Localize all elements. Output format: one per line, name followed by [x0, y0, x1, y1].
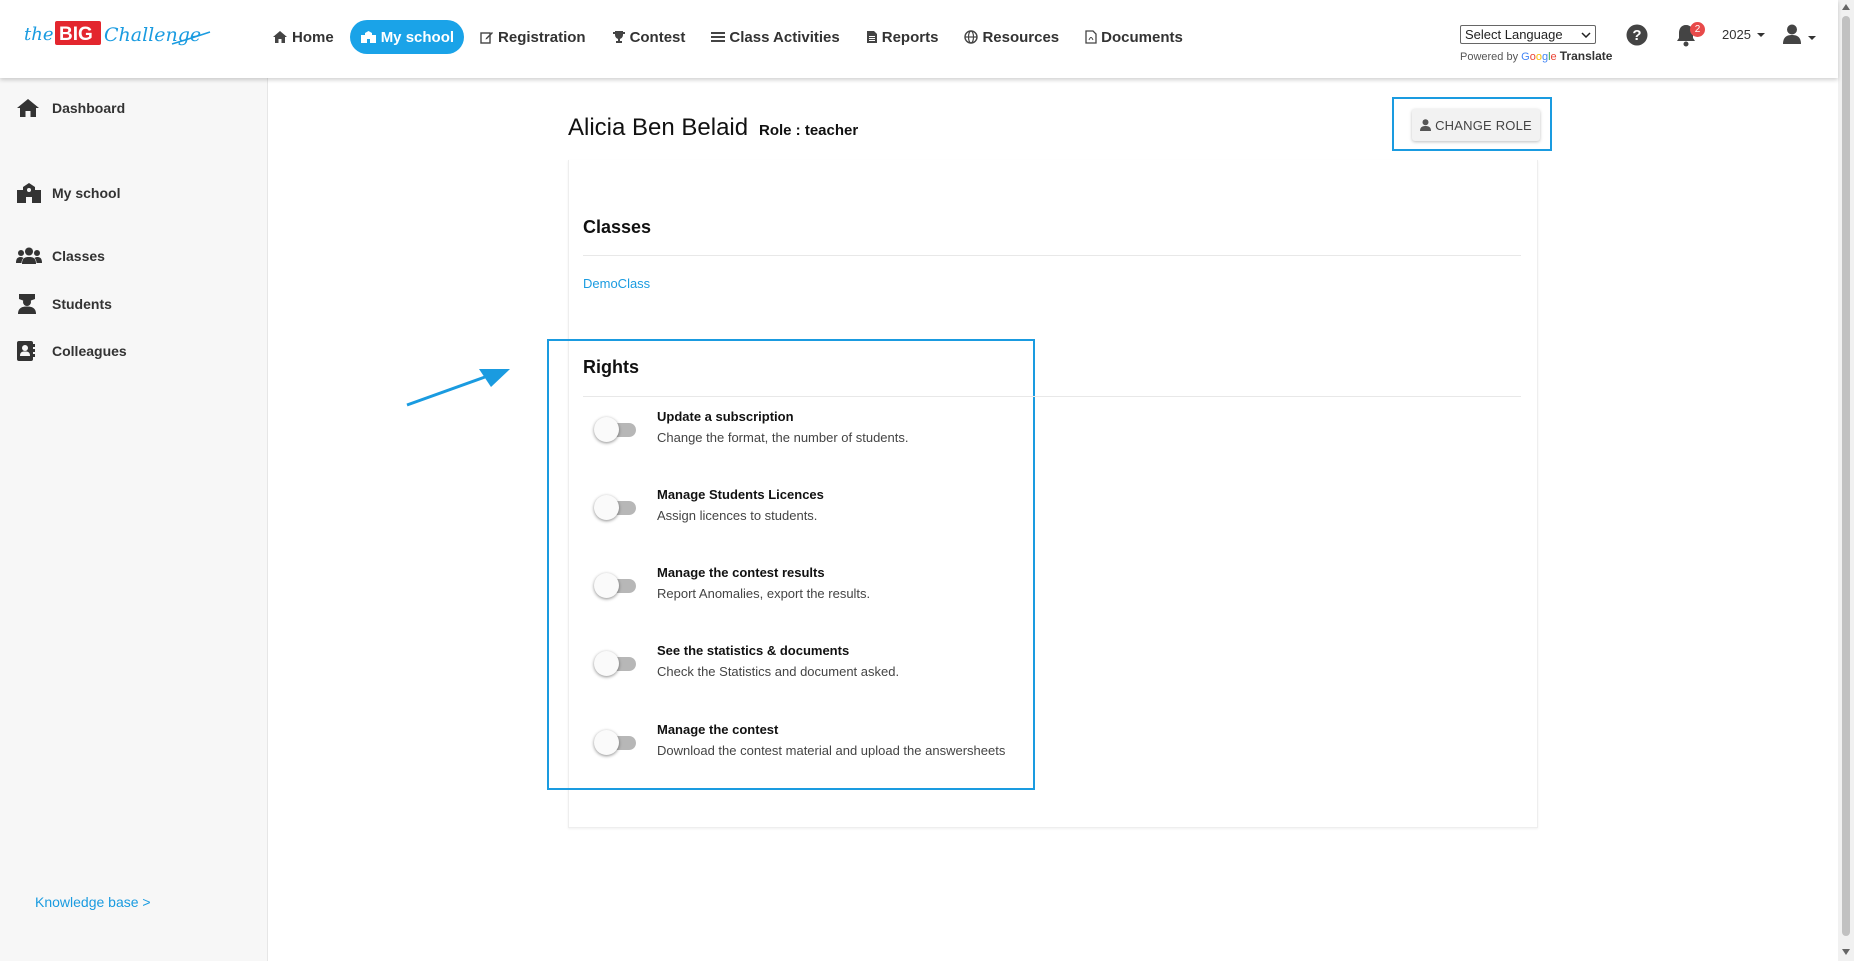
knowledge-base-link[interactable]: Knowledge base >: [35, 894, 151, 910]
right-manage-contest: Manage the contest Download the contest …: [592, 722, 1032, 766]
scroll-down-arrow[interactable]: [1842, 949, 1850, 955]
right-title: Update a subscription: [657, 409, 794, 424]
toggle-manage-licences[interactable]: [592, 494, 640, 522]
logo-text-the: the: [24, 24, 53, 45]
pointer-arrow-icon: [406, 369, 510, 407]
contact-book-icon: [17, 341, 35, 361]
school-icon: [17, 183, 41, 203]
file-icon: [866, 31, 877, 43]
nav-reports[interactable]: Reports: [856, 20, 949, 54]
nav-registration-label: Registration: [498, 28, 586, 46]
user-menu[interactable]: [1783, 24, 1817, 44]
page-title: Alicia Ben Belaid: [568, 114, 749, 141]
right-title: Manage the contest results: [657, 565, 825, 580]
nav-resources-label: Resources: [982, 28, 1060, 46]
caret-down-icon: [1808, 36, 1816, 40]
translate-text: Translate: [1559, 49, 1613, 63]
sidebar-item-label: Students: [52, 296, 112, 312]
right-description: Change the format, the number of student…: [657, 430, 909, 445]
nav-contest-label: Contest: [629, 28, 686, 46]
pdf-icon: [1085, 30, 1097, 44]
language-select-value: Select Language: [1465, 27, 1563, 42]
classes-divider: [583, 255, 1521, 256]
school-icon: [360, 31, 376, 43]
nav-class-activities-label: Class Activities: [729, 28, 840, 46]
trophy-icon: [612, 31, 625, 43]
sidebar-item-classes[interactable]: Classes: [16, 247, 105, 265]
year-value: 2025: [1722, 27, 1751, 42]
scrollbar-thumb[interactable]: [1842, 16, 1850, 936]
right-description: Check the Statistics and document asked.: [657, 664, 900, 679]
sidebar-item-label: Classes: [52, 248, 105, 264]
globe-icon: [964, 30, 979, 44]
list-icon: [711, 32, 726, 42]
notification-badge: 2: [1690, 22, 1705, 37]
right-manage-licences: Manage Students Licences Assign licences…: [592, 487, 1032, 531]
nav-contest[interactable]: Contest: [602, 20, 696, 54]
logo-text-challenge: Challenge: [104, 24, 201, 46]
sidebar: Dashboard My school Classes Students Col…: [0, 78, 268, 961]
main-nav: Home My school Registration Contest Clas…: [262, 20, 1199, 54]
user-icon: [1783, 24, 1801, 44]
nav-reports-label: Reports: [881, 28, 939, 46]
toggle-manage-results[interactable]: [592, 572, 640, 600]
powered-by-google[interactable]: Powered by Google Translate: [1460, 49, 1612, 63]
google-translate-widget: Select Language Powered by Google Transl…: [1460, 25, 1612, 63]
svg-text:?: ?: [1632, 27, 1641, 44]
nav-class-activities[interactable]: Class Activities: [701, 20, 849, 54]
nav-resources[interactable]: Resources: [954, 20, 1069, 54]
users-icon: [16, 247, 42, 264]
change-role-label: CHANGE ROLE: [1435, 117, 1532, 133]
right-description: Assign licences to students.: [657, 508, 818, 523]
logo-text-big: BIG: [59, 24, 93, 45]
sidebar-item-students[interactable]: Students: [16, 293, 112, 315]
nav-registration[interactable]: Registration: [470, 20, 596, 54]
toggle-update-subscription[interactable]: [592, 416, 640, 444]
right-manage-results: Manage the contest results Report Anomal…: [592, 565, 1032, 609]
change-role-button[interactable]: CHANGE ROLE: [1412, 109, 1540, 141]
user-icon: [1420, 119, 1432, 131]
page-scrollbar[interactable]: [1838, 0, 1854, 961]
nav-my-school[interactable]: My school: [349, 20, 465, 54]
right-title: See the statistics & documents: [657, 643, 850, 658]
right-statistics-documents: See the statistics & documents Check the…: [592, 643, 1032, 687]
right-update-subscription: Update a subscription Change the format,…: [592, 409, 1032, 453]
top-navigation-bar: the BIG Challenge Home My school Registr…: [0, 0, 1838, 78]
user-role: Role : teacher: [759, 122, 859, 139]
sidebar-item-label: Colleagues: [52, 343, 127, 359]
toggle-statistics-documents[interactable]: [592, 650, 640, 678]
class-link-democlass[interactable]: DemoClass: [583, 276, 650, 291]
sidebar-item-label: My school: [52, 185, 121, 201]
nav-home[interactable]: Home: [262, 20, 344, 54]
edit-icon: [480, 32, 494, 44]
home-icon: [273, 31, 287, 43]
nav-my-school-label: My school: [380, 28, 455, 46]
google-logo-text: Google: [1521, 51, 1557, 63]
sidebar-item-label: Dashboard: [52, 100, 126, 116]
big-challenge-logo[interactable]: the BIG Challenge: [22, 16, 212, 56]
right-description: Download the contest material and upload…: [657, 743, 1006, 758]
nav-documents-label: Documents: [1101, 28, 1183, 46]
home-icon: [17, 99, 39, 117]
rights-heading: Rights: [583, 357, 639, 377]
sidebar-item-colleagues[interactable]: Colleagues: [16, 340, 127, 362]
year-selector[interactable]: 2025: [1722, 27, 1766, 42]
right-title: Manage the contest: [657, 722, 779, 737]
sidebar-item-my-school[interactable]: My school: [16, 182, 120, 204]
scroll-up-arrow[interactable]: [1842, 4, 1850, 10]
right-title: Manage Students Licences: [657, 487, 824, 502]
nav-documents[interactable]: Documents: [1075, 20, 1193, 54]
caret-down-icon: [1756, 32, 1765, 37]
toggle-manage-contest[interactable]: [592, 729, 640, 757]
help-icon[interactable]: ?: [1626, 24, 1648, 46]
powered-by-text: Powered by: [1460, 51, 1519, 63]
rights-divider: [583, 396, 1521, 397]
chevron-down-icon: [1581, 31, 1591, 38]
language-select[interactable]: Select Language: [1460, 25, 1596, 44]
classes-heading: Classes: [583, 217, 652, 237]
right-description: Report Anomalies, export the results.: [657, 586, 871, 601]
sidebar-item-dashboard[interactable]: Dashboard: [16, 98, 125, 118]
student-icon: [18, 294, 36, 314]
nav-home-label: Home: [292, 28, 334, 46]
